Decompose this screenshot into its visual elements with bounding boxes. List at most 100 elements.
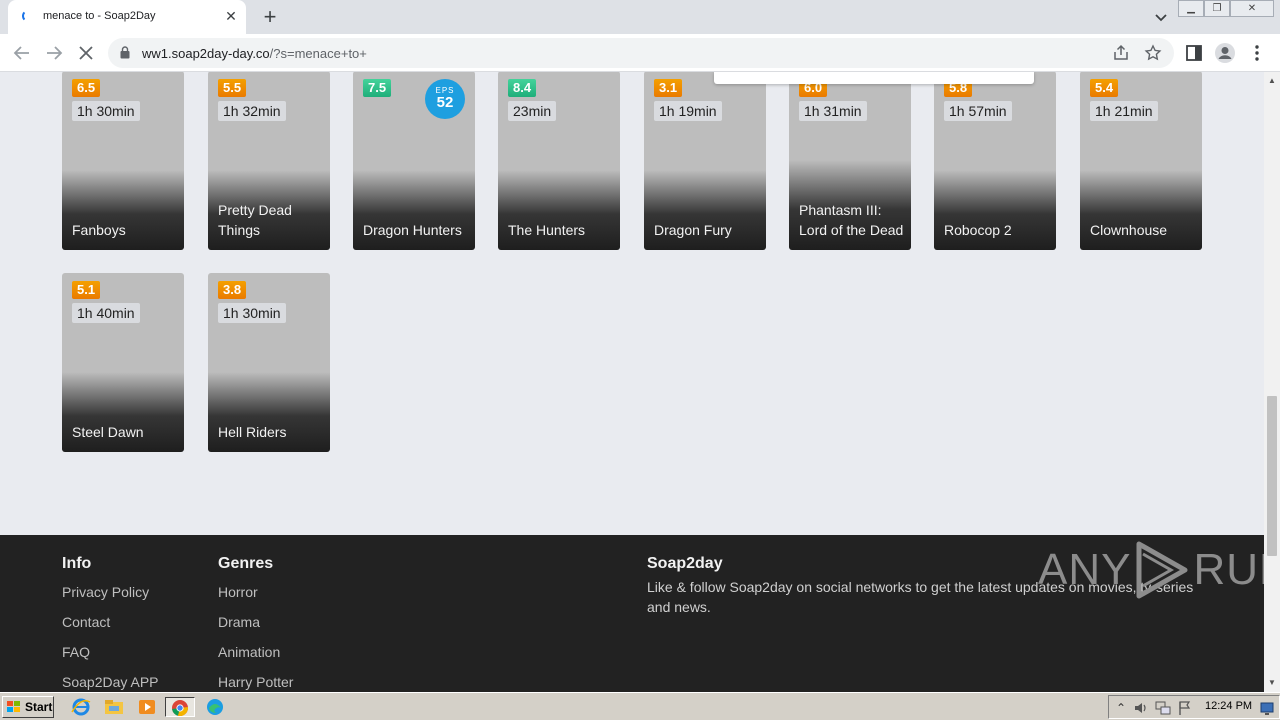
movie-card[interactable]: 6.5 1h 30min Fanboys: [62, 72, 184, 250]
movie-title[interactable]: Pretty Dead Things: [218, 200, 324, 240]
duration-badge: 1h 31min: [799, 101, 867, 121]
footer-info-column: Info Privacy Policy Contact FAQ Soap2Day…: [62, 555, 159, 692]
movie-title[interactable]: Clownhouse: [1090, 220, 1196, 240]
scroll-down-arrow-icon[interactable]: ▼: [1264, 676, 1280, 690]
stop-loading-icon[interactable]: [74, 41, 98, 65]
footer-link-contact[interactable]: Contact: [62, 607, 159, 637]
movie-card[interactable]: 5.4 1h 21min Clownhouse: [1080, 72, 1202, 250]
tab-title: menace to - Soap2Day: [43, 10, 156, 22]
footer-genres-column: Genres Horror Drama Animation Harry Pott…: [218, 555, 293, 692]
chrome-icon: [172, 700, 188, 717]
url-host: ww1.soap2day-day.co: [142, 46, 270, 61]
movie-title[interactable]: Phantasm III: Lord of the Dead: [799, 200, 905, 240]
network-icon[interactable]: [1155, 700, 1171, 716]
movie-title[interactable]: Dragon Fury: [654, 220, 760, 240]
duration-badge: 1h 19min: [654, 101, 722, 121]
footer-link-drama[interactable]: Drama: [218, 607, 293, 637]
rating-badge: 8.4: [508, 79, 537, 97]
browser-toolbar: ww1.soap2day-day.co/?s=menace+to+: [0, 34, 1280, 72]
rating-badge: 3.1: [654, 79, 683, 97]
minimize-icon[interactable]: ▁: [1178, 0, 1204, 17]
footer-link-harry-potter[interactable]: Harry Potter: [218, 667, 293, 692]
new-tab-button[interactable]: +: [258, 5, 282, 29]
movie-card[interactable]: 8.4 23min The Hunters: [498, 72, 620, 250]
movie-title[interactable]: Dragon Hunters: [363, 220, 469, 240]
scroll-up-arrow-icon[interactable]: ▲: [1264, 74, 1280, 88]
duration-badge: 1h 57min: [944, 101, 1012, 121]
menu-dots-icon[interactable]: [1246, 42, 1268, 64]
share-icon[interactable]: [1112, 44, 1130, 62]
rating-badge: 7.5: [363, 79, 392, 97]
duration-badge: 23min: [508, 101, 557, 121]
footer-link-faq[interactable]: FAQ: [62, 637, 159, 667]
movie-title[interactable]: Hell Riders: [218, 422, 324, 442]
system-tray: ⌃ 12:24 PM: [1108, 695, 1280, 719]
vertical-scrollbar[interactable]: ▲ ▼: [1264, 72, 1280, 692]
footer-heading: Genres: [218, 555, 274, 572]
lock-icon[interactable]: [120, 46, 130, 59]
movie-title[interactable]: Steel Dawn: [72, 422, 178, 442]
episodes-badge: EPS 52: [425, 79, 465, 119]
duration-badge: 1h 21min: [1090, 101, 1158, 121]
duration-badge: 1h 32min: [218, 101, 286, 121]
search-suggestions-dropdown[interactable]: [714, 72, 1034, 84]
internet-explorer-icon[interactable]: [70, 697, 92, 717]
footer-link-app[interactable]: Soap2Day APP: [62, 667, 159, 692]
windows-logo-icon: [7, 701, 20, 712]
show-desktop-icon[interactable]: [1259, 700, 1275, 716]
movie-card[interactable]: 5.8 1h 57min Robocop 2: [934, 72, 1056, 250]
start-button[interactable]: Start: [2, 696, 54, 718]
volume-icon[interactable]: [1133, 700, 1149, 716]
rating-badge: 6.5: [72, 79, 101, 97]
action-center-flag-icon[interactable]: [1177, 700, 1193, 716]
restore-icon[interactable]: ❐: [1204, 0, 1230, 17]
movie-title[interactable]: The Hunters: [508, 220, 614, 240]
movie-title[interactable]: Fanboys: [72, 220, 178, 240]
movie-card[interactable]: 7.5 EPS 52 Dragon Hunters: [353, 72, 475, 250]
back-arrow-icon[interactable]: [10, 41, 34, 65]
url-text[interactable]: ww1.soap2day-day.co/?s=menace+to+: [142, 46, 367, 61]
taskbar-clock[interactable]: 12:24 PM: [1205, 700, 1252, 712]
rating-badge: 5.5: [218, 79, 247, 97]
footer-heading: Info: [62, 555, 92, 572]
address-bar[interactable]: ww1.soap2day-day.co/?s=menace+to+: [108, 38, 1174, 68]
movie-card[interactable]: 6.0 1h 31min Phantasm III: Lord of the D…: [789, 72, 911, 250]
tab-strip: menace to - Soap2Day ✕ + ▁ ❐ ✕: [0, 0, 1280, 34]
rating-badge: 5.1: [72, 281, 101, 299]
start-label: Start: [25, 700, 53, 714]
forward-arrow-icon[interactable]: [42, 41, 66, 65]
movie-title[interactable]: Robocop 2: [944, 220, 1050, 240]
movie-card[interactable]: 5.5 1h 32min Pretty Dead Things: [208, 72, 330, 250]
chevron-down-icon[interactable]: [1150, 6, 1172, 28]
scrollbar-thumb[interactable]: [1267, 396, 1277, 556]
tab-active[interactable]: menace to - Soap2Day ✕: [8, 0, 246, 34]
chrome-taskbar-button[interactable]: [165, 697, 195, 717]
loading-spinner-icon: [22, 10, 34, 22]
media-player-icon[interactable]: [136, 697, 158, 717]
rating-badge: 5.4: [1090, 79, 1119, 97]
duration-badge: 1h 30min: [218, 303, 286, 323]
footer-link-privacy[interactable]: Privacy Policy: [62, 577, 159, 607]
edge-icon[interactable]: [204, 697, 226, 717]
anyrun-watermark-logo: ANY RUN: [1038, 540, 1280, 600]
window-controls: ▁ ❐ ✕: [1178, 0, 1274, 18]
close-tab-icon[interactable]: ✕: [222, 7, 240, 25]
duration-badge: 1h 40min: [72, 303, 140, 323]
movie-card[interactable]: 3.8 1h 30min Hell Riders: [208, 273, 330, 452]
episodes-count: 52: [436, 94, 454, 111]
footer-link-animation[interactable]: Animation: [218, 637, 293, 667]
movie-card[interactable]: 3.1 1h 19min Dragon Fury: [644, 72, 766, 250]
movie-card[interactable]: 5.1 1h 40min Steel Dawn: [62, 273, 184, 452]
footer-link-horror[interactable]: Horror: [218, 577, 293, 607]
windows-taskbar: Start ⌃ 12:24 PM: [0, 692, 1280, 720]
rating-badge: 3.8: [218, 281, 247, 299]
window-close-icon[interactable]: ✕: [1230, 0, 1274, 17]
watermark-text-left: ANY: [1038, 545, 1132, 594]
duration-badge: 1h 30min: [72, 101, 140, 121]
play-logo-icon: [1136, 541, 1188, 599]
file-explorer-icon[interactable]: [103, 697, 125, 717]
tray-expand-icon[interactable]: ⌃: [1113, 700, 1129, 716]
side-panel-icon[interactable]: [1183, 42, 1205, 64]
profile-icon[interactable]: [1214, 42, 1236, 64]
star-icon[interactable]: [1144, 44, 1162, 62]
